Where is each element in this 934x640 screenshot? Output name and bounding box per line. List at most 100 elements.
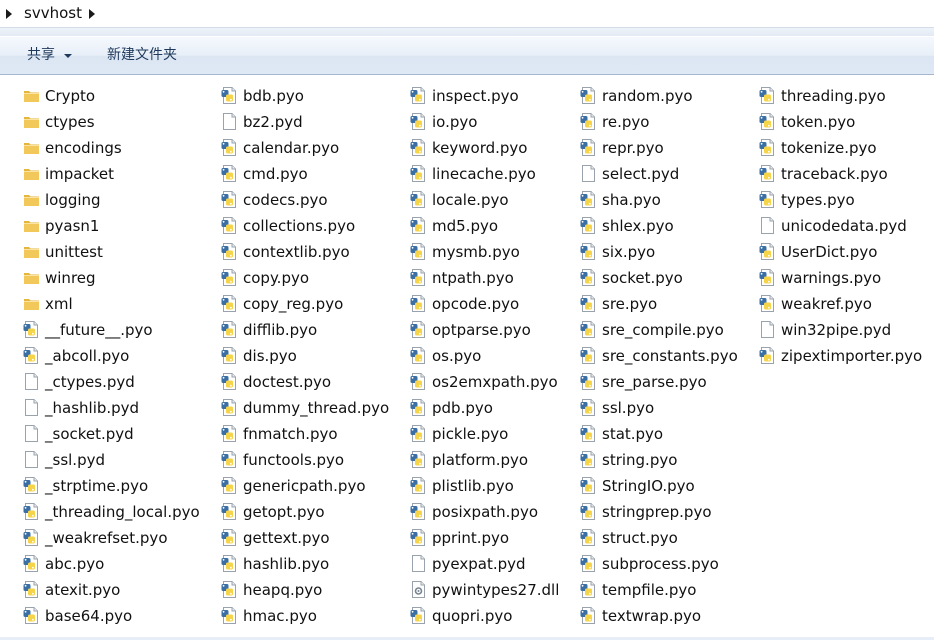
breadcrumb-arrow-icon[interactable]: [89, 9, 95, 19]
file-name: ssl.pyo: [602, 399, 655, 417]
new-folder-button[interactable]: 新建文件夹: [107, 46, 177, 64]
file-name: sre_constants.pyo: [602, 347, 738, 365]
address-bar[interactable]: svvhost: [0, 0, 934, 28]
file-name: hmac.pyo: [243, 607, 317, 625]
python-file-icon: [759, 295, 776, 312]
python-file-icon: [221, 165, 238, 182]
python-file-icon: [23, 555, 40, 572]
file-icon: [23, 399, 40, 416]
python-file-icon: [23, 321, 40, 338]
python-file-icon: [580, 243, 597, 260]
python-file-icon: [580, 87, 597, 104]
file-name: repr.pyo: [602, 139, 664, 157]
share-button[interactable]: 共享: [27, 46, 55, 64]
file-name: tempfile.pyo: [602, 581, 697, 599]
python-file-icon: [580, 321, 597, 338]
python-file-icon: [759, 269, 776, 286]
file-name: getopt.pyo: [243, 503, 325, 521]
file-name: dis.pyo: [243, 347, 297, 365]
file-name: sha.pyo: [602, 191, 661, 209]
file-icon: [759, 217, 776, 234]
python-file-icon: [221, 295, 238, 312]
python-file-icon: [580, 607, 597, 624]
file-name: socket.pyo: [602, 269, 683, 287]
file-name: subprocess.pyo: [602, 555, 719, 573]
file-name: textwrap.pyo: [602, 607, 702, 625]
file-name: unittest: [45, 243, 103, 261]
file-name: heapq.pyo: [243, 581, 323, 599]
python-file-icon: [410, 477, 427, 494]
file-name: _ctypes.pyd: [45, 373, 135, 391]
file-name: md5.pyo: [432, 217, 499, 235]
file-name: os.pyo: [432, 347, 482, 365]
python-file-icon: [410, 607, 427, 624]
python-file-icon: [580, 373, 597, 390]
python-file-icon: [580, 217, 597, 234]
file-name: ntpath.pyo: [432, 269, 514, 287]
python-file-icon: [410, 503, 427, 520]
python-file-icon: [221, 425, 238, 442]
file-name: re.pyo: [602, 113, 650, 131]
python-file-icon: [221, 269, 238, 286]
python-file-icon: [410, 347, 427, 364]
python-file-icon: [221, 529, 238, 546]
file-name: random.pyo: [602, 87, 693, 105]
file-name: codecs.pyo: [243, 191, 328, 209]
python-file-icon: [580, 295, 597, 312]
file-name: _abcoll.pyo: [45, 347, 130, 365]
python-file-icon: [221, 347, 238, 364]
file-name: tokenize.pyo: [781, 139, 877, 157]
file-name: select.pyd: [602, 165, 680, 183]
python-file-icon: [221, 581, 238, 598]
file-name: os2emxpath.pyo: [432, 373, 558, 391]
file-icon: [221, 113, 238, 130]
file-name: _socket.pyd: [45, 425, 134, 443]
file-name: copy_reg.pyo: [243, 295, 344, 313]
python-file-icon: [221, 321, 238, 338]
file-name: xml: [45, 295, 73, 313]
file-name: _ssl.pyd: [45, 451, 105, 469]
file-name: zipextimporter.pyo: [781, 347, 923, 365]
file-name: functools.pyo: [243, 451, 345, 469]
file-name: keyword.pyo: [432, 139, 528, 157]
python-file-icon: [221, 555, 238, 572]
file-name: _hashlib.pyd: [45, 399, 140, 417]
python-file-icon: [580, 191, 597, 208]
python-file-icon: [580, 113, 597, 130]
breadcrumb-folder[interactable]: svvhost: [24, 4, 82, 22]
python-file-icon: [410, 113, 427, 130]
file-name: pprint.pyo: [432, 529, 510, 547]
dll-file-icon: [410, 581, 427, 598]
file-name: win32pipe.pyd: [781, 321, 892, 339]
python-file-icon: [410, 87, 427, 104]
python-file-icon: [759, 191, 776, 208]
file-icon: [759, 321, 776, 338]
file-name: dummy_thread.pyo: [243, 399, 390, 417]
file-name: shlex.pyo: [602, 217, 674, 235]
file-icon: [23, 425, 40, 442]
python-file-icon: [759, 347, 776, 364]
file-name: UserDict.pyo: [781, 243, 878, 261]
file-icon: [580, 165, 597, 182]
python-file-icon: [23, 477, 40, 494]
file-name: genericpath.pyo: [243, 477, 366, 495]
folder-icon: [23, 139, 40, 156]
chevron-down-icon[interactable]: [64, 54, 72, 58]
file-name: collections.pyo: [243, 217, 356, 235]
file-name: pyexpat.pyd: [432, 555, 526, 573]
file-name: threading.pyo: [781, 87, 886, 105]
python-file-icon: [221, 607, 238, 624]
python-file-icon: [580, 139, 597, 156]
python-file-icon: [221, 191, 238, 208]
file-name: struct.pyo: [602, 529, 678, 547]
python-file-icon: [221, 451, 238, 468]
breadcrumb-arrow-icon[interactable]: [6, 9, 12, 19]
file-name: mysmb.pyo: [432, 243, 520, 261]
python-file-icon: [759, 165, 776, 182]
file-icon: [410, 555, 427, 572]
file-name: doctest.pyo: [243, 373, 332, 391]
python-file-icon: [759, 87, 776, 104]
python-file-icon: [221, 503, 238, 520]
folder-icon: [23, 165, 40, 182]
file-name: opcode.pyo: [432, 295, 520, 313]
